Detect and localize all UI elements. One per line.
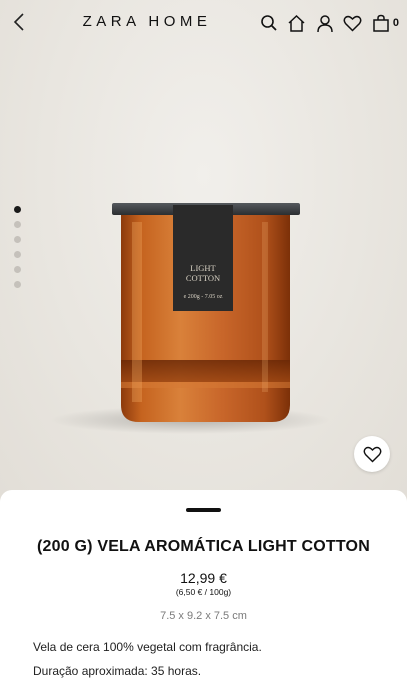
bag-count: 0 — [392, 17, 399, 29]
product-title: (200 G) VELA AROMÁTICA LIGHT COTTON — [37, 538, 370, 555]
svg-text:LIGHT: LIGHT — [190, 263, 216, 273]
sheet-drag-handle[interactable] — [186, 508, 221, 512]
product-dimensions: 7.5 x 9.2 x 7.5 cm — [160, 610, 247, 622]
unit-price: (6,50 € / 100g) — [175, 587, 232, 597]
user-icon[interactable] — [315, 13, 335, 33]
svg-text:COTTON: COTTON — [186, 273, 220, 283]
product-price: 12,99 € — [180, 570, 227, 586]
gallery-dot[interactable] — [14, 206, 21, 213]
brand-logo[interactable]: ZARA HOME — [72, 13, 222, 30]
svg-text:e 200g - 7.05 oz: e 200g - 7.05 oz — [184, 294, 223, 300]
product-info-sheet[interactable]: (200 G) VELA AROMÁTICA LIGHT COTTON 12,9… — [0, 490, 407, 700]
gallery-dot[interactable] — [14, 281, 21, 288]
back-arrow-icon[interactable] — [10, 11, 30, 33]
candle-image: LIGHT COTTON e 200g - 7.05 oz — [50, 203, 330, 434]
gallery-dot[interactable] — [14, 221, 21, 228]
search-icon[interactable] — [259, 13, 279, 33]
gallery-dot[interactable] — [14, 236, 21, 243]
gallery-pagination — [14, 206, 21, 288]
top-navigation-bar: ZARA HOME 0 — [0, 0, 407, 44]
product-description-line-2: Duração aproximada: 35 horas. — [33, 664, 202, 678]
wishlist-icon[interactable] — [343, 13, 363, 33]
add-to-wishlist-button[interactable] — [354, 436, 390, 472]
gallery-dot[interactable] — [14, 251, 21, 258]
gallery-dot[interactable] — [14, 266, 21, 273]
header-icons: 0 — [259, 12, 399, 34]
product-description-line-1: Vela de cera 100% vegetal com fragrância… — [33, 640, 262, 654]
home-icon[interactable] — [287, 13, 307, 33]
product-image-gallery[interactable]: LIGHT COTTON e 200g - 7.05 oz ZARA HOME — [0, 0, 407, 500]
heart-icon — [363, 446, 381, 462]
shopping-bag-icon[interactable] — [371, 13, 391, 33]
